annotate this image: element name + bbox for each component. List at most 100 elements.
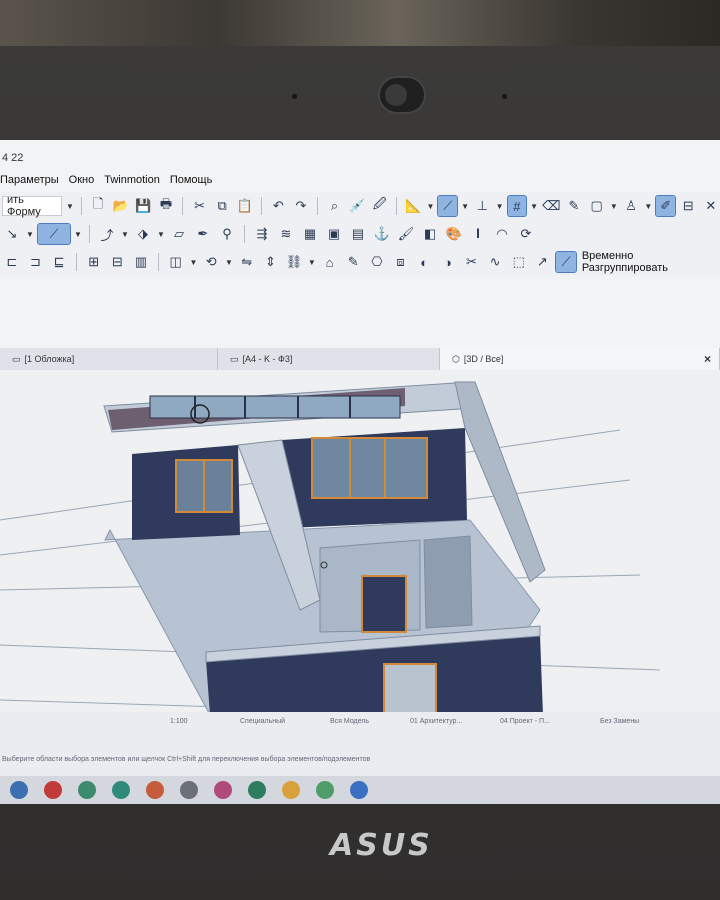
app-red-icon[interactable] [44, 781, 62, 799]
union-icon[interactable]: ◐ [414, 252, 434, 272]
layer-select[interactable]: 01 Архитектур... [410, 718, 462, 725]
chevron-down-icon[interactable]: ▼ [308, 258, 316, 267]
form-combo[interactable]: ить Форму [2, 194, 63, 218]
model-select[interactable]: Вся Модель [330, 718, 369, 725]
pencil-icon[interactable]: ✎ [565, 196, 584, 216]
menu-item-parameters[interactable]: Параметры [0, 174, 59, 190]
align-icon[interactable]: ⊏ [2, 252, 22, 272]
chevron-down-icon[interactable]: ▼ [121, 230, 129, 239]
ungroup-toggle-icon[interactable]: ⟋ [555, 251, 577, 273]
eraser-icon[interactable]: ⌫ [542, 196, 561, 216]
edit-icon[interactable]: ✎ [343, 252, 363, 272]
tab-cover[interactable]: ▭ [1 Обложка] [0, 348, 218, 370]
user-icon[interactable]: ♙ [622, 196, 641, 216]
browser-icon[interactable] [282, 781, 300, 799]
app-green-icon[interactable] [78, 781, 96, 799]
offset-icon[interactable]: ⬚ [509, 252, 529, 272]
app-orange-icon[interactable] [146, 781, 164, 799]
spline-icon[interactable]: ∿ [485, 252, 505, 272]
level-icon[interactable]: ⇶ [252, 224, 272, 244]
close-icon[interactable]: × [704, 352, 711, 366]
slab-icon[interactable]: ▱ [169, 224, 189, 244]
paint-icon[interactable]: 🎨 [444, 224, 464, 244]
subtract-icon[interactable]: ◑ [438, 252, 458, 272]
explode-icon[interactable]: ⎔ [367, 252, 387, 272]
open-folder-icon[interactable]: 📂 [111, 196, 130, 216]
view-mode-select[interactable]: Специальный [240, 718, 285, 725]
rotate-icon[interactable]: ⟲ [201, 252, 221, 272]
curve-icon[interactable]: ⤴ [97, 224, 117, 244]
chevron-down-icon[interactable]: ▼ [496, 202, 504, 211]
grid-snap-icon[interactable]: # [506, 195, 528, 217]
chevron-down-icon[interactable]: ▼ [157, 230, 165, 239]
object-icon[interactable]: ▣ [324, 224, 344, 244]
copy-icon[interactable]: ⧉ [213, 196, 232, 216]
calculator-icon[interactable] [180, 781, 198, 799]
print-icon[interactable]: 🖶 [157, 196, 176, 216]
group-icon[interactable]: ⊞ [84, 252, 104, 272]
dimension-icon[interactable]: ⊟ [679, 196, 698, 216]
link-icon[interactable]: ⛓ [284, 252, 304, 272]
menu-item-help[interactable]: Помощь [170, 174, 213, 190]
new-file-icon[interactable]: 🗋 [89, 196, 108, 216]
stairs-icon[interactable]: ▦ [300, 224, 320, 244]
chevron-down-icon[interactable]: ▼ [26, 230, 34, 239]
transform-icon[interactable]: ⬗ [133, 224, 153, 244]
chevron-down-icon[interactable]: ▼ [427, 202, 435, 211]
merge-icon[interactable]: ⧈ [391, 252, 411, 272]
brush-icon[interactable]: 🖌 [396, 224, 416, 244]
rail-icon[interactable]: ▤ [348, 224, 368, 244]
archicad-icon[interactable] [316, 781, 334, 799]
close-icon[interactable]: ✕ [702, 196, 720, 216]
menu-item-window[interactable]: Окно [69, 174, 95, 190]
app-chat-icon[interactable] [248, 781, 266, 799]
undo-icon[interactable]: ↶ [269, 196, 288, 216]
scale-display[interactable]: 1:100 [170, 718, 188, 725]
trim-icon[interactable]: ✂ [462, 252, 482, 272]
eyedropper-icon[interactable]: 💉 [348, 196, 367, 216]
elevate-icon[interactable]: ⇕ [261, 252, 281, 272]
chevron-down-icon[interactable]: ▼ [461, 202, 469, 211]
split-icon[interactable]: ◧ [420, 224, 440, 244]
chevron-down-icon[interactable]: ▼ [644, 202, 652, 211]
zone-select[interactable]: Без Замены [600, 718, 639, 725]
arrow-tool-icon[interactable]: ↘ [2, 224, 22, 244]
tab-3d[interactable]: ⬡ [3D / Все] × [440, 348, 720, 370]
inject-icon[interactable]: 🖉 [370, 196, 389, 216]
layers-icon[interactable]: ▢ [587, 196, 606, 216]
guide-angle-icon[interactable]: 📐 [404, 196, 423, 216]
chain-icon[interactable]: ⟳ [516, 224, 536, 244]
app-pink-icon[interactable] [214, 781, 232, 799]
cut-icon[interactable]: ✂ [190, 196, 209, 216]
app-teal-icon[interactable] [112, 781, 130, 799]
paste-icon[interactable]: 📋 [235, 196, 254, 216]
mirror-icon[interactable]: ⇋ [237, 252, 257, 272]
project-select[interactable]: 04 Проект - П... [500, 718, 550, 725]
ungroup-icon[interactable]: ⊟ [108, 252, 128, 272]
home-icon[interactable]: ⌂ [320, 252, 340, 272]
find-select-icon[interactable]: ⌕ [325, 196, 344, 216]
adjust-icon[interactable]: ⊑ [49, 252, 69, 272]
chevron-down-icon[interactable]: ▼ [610, 202, 618, 211]
save-icon[interactable]: 💾 [134, 196, 153, 216]
menu-item-twinmotion[interactable]: Twinmotion [104, 174, 160, 190]
temp-ungroup-label[interactable]: Временно Разгруппировать [580, 250, 720, 274]
redo-icon[interactable]: ↷ [292, 196, 311, 216]
suspend-icon[interactable]: ▥ [131, 252, 151, 272]
lasso-icon[interactable]: ◠ [492, 224, 512, 244]
hook-icon[interactable]: ⚓ [372, 224, 392, 244]
chevron-down-icon[interactable]: ▼ [530, 202, 538, 211]
globe-icon[interactable] [350, 781, 368, 799]
chevron-down-icon[interactable]: ▼ [66, 202, 74, 211]
extend-icon[interactable]: ↗ [533, 252, 553, 272]
water-icon[interactable]: ≋ [276, 224, 296, 244]
drafting-icon[interactable]: ✐ [655, 195, 676, 217]
3d-viewport[interactable] [0, 370, 720, 712]
text-tool-icon[interactable]: 𝐈 [468, 224, 488, 244]
snap-guide-icon[interactable]: ⟋ [437, 195, 459, 217]
3d-model-canvas[interactable] [0, 370, 720, 712]
pen-icon[interactable]: ✒ [193, 224, 213, 244]
tab-sheet[interactable]: ▭ [A4 - K - Ф3] [218, 348, 440, 370]
chevron-down-icon[interactable]: ▼ [189, 258, 197, 267]
gravity-icon[interactable]: ⊥ [473, 196, 492, 216]
